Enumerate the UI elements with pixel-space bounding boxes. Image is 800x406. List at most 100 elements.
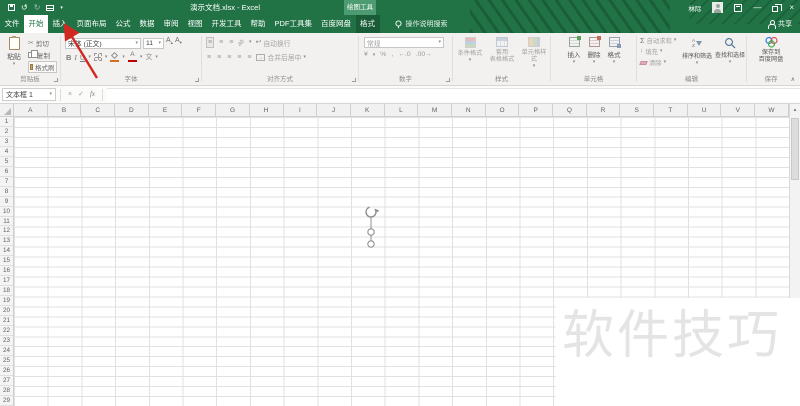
- column-header-V[interactable]: V: [721, 104, 756, 117]
- column-header-S[interactable]: S: [620, 104, 655, 117]
- row-header-14[interactable]: 14: [0, 246, 13, 257]
- shrink-font-button[interactable]: A▾: [175, 37, 182, 49]
- cancel-icon[interactable]: ×: [68, 91, 72, 98]
- column-header-A[interactable]: A: [14, 104, 48, 117]
- fill-color-button[interactable]: [110, 51, 120, 62]
- column-header-F[interactable]: F: [182, 104, 217, 117]
- close-button[interactable]: ×: [789, 3, 794, 12]
- row-header-8[interactable]: 8: [0, 187, 13, 197]
- orientation-dropdown-icon[interactable]: ▾: [249, 40, 252, 45]
- phonetic-dropdown-icon[interactable]: ▾: [155, 54, 158, 60]
- font-size-combo[interactable]: 11 ▾: [143, 37, 164, 49]
- middle-align-button[interactable]: ≡: [218, 38, 224, 47]
- number-format-combo[interactable]: 常规 ▾: [364, 37, 444, 48]
- tell-me-search[interactable]: 操作说明搜索: [394, 15, 448, 33]
- column-header-L[interactable]: L: [385, 104, 419, 117]
- fill-button[interactable]: ↓ 填充 ▾: [640, 47, 679, 56]
- font-dialog-launcher-icon[interactable]: [195, 78, 199, 82]
- redo-icon[interactable]: ↻: [34, 3, 41, 12]
- save-to-netdisk-button[interactable]: 保存到 百度网盘: [759, 36, 783, 75]
- fill-color-dropdown-icon[interactable]: ▾: [122, 54, 125, 60]
- paste-dropdown-icon[interactable]: ▾: [13, 62, 16, 67]
- row-header-29[interactable]: 29: [0, 396, 13, 406]
- paste-button[interactable]: 粘贴 ▾: [3, 36, 25, 75]
- cell-styles-button[interactable]: 单元格样式 ▾: [520, 37, 548, 75]
- increase-indent-button[interactable]: ≡: [246, 53, 252, 62]
- enter-check-icon[interactable]: ✓: [78, 91, 84, 98]
- row-header-10[interactable]: 10: [0, 207, 13, 217]
- share-button[interactable]: 共享: [767, 15, 792, 33]
- row-header-16[interactable]: 16: [0, 266, 13, 277]
- accounting-dropdown-icon[interactable]: ▾: [373, 52, 376, 58]
- collapse-ribbon-icon[interactable]: ∧: [791, 76, 795, 83]
- textbox-selection-handles[interactable]: [354, 200, 388, 256]
- decrease-decimal-icon[interactable]: .00→: [416, 51, 432, 59]
- row-header-24[interactable]: 24: [0, 346, 13, 356]
- tab-format-contextual[interactable]: 格式: [355, 15, 380, 33]
- format-cells-button[interactable]: 格式 ▾: [608, 37, 621, 75]
- user-name[interactable]: 林际: [688, 3, 701, 13]
- column-header-T[interactable]: T: [654, 104, 688, 117]
- font-color-button[interactable]: A: [127, 52, 137, 62]
- column-header-B[interactable]: B: [48, 104, 82, 117]
- formula-input[interactable]: [107, 88, 800, 101]
- orientation-icon[interactable]: ab: [237, 38, 246, 47]
- row-header-28[interactable]: 28: [0, 386, 13, 396]
- row-header-1[interactable]: 1: [0, 117, 13, 127]
- conditional-formatting-button[interactable]: 条件格式 ▾: [456, 37, 484, 75]
- row-header-4[interactable]: 4: [0, 147, 13, 157]
- tab-文件[interactable]: 文件: [0, 15, 24, 33]
- top-align-button[interactable]: ≡: [206, 37, 215, 48]
- row-header-18[interactable]: 18: [0, 286, 13, 297]
- tab-百度网盘[interactable]: 百度网盘: [317, 15, 356, 33]
- name-box[interactable]: 文本框 1 ▾: [2, 88, 56, 101]
- decrease-indent-button[interactable]: ≡: [236, 53, 242, 62]
- tab-帮助[interactable]: 帮助: [246, 15, 270, 33]
- select-all-button[interactable]: [0, 104, 14, 117]
- column-header-K[interactable]: K: [351, 104, 385, 117]
- ribbon-display-options-icon[interactable]: [734, 3, 743, 12]
- column-header-O[interactable]: O: [486, 104, 520, 117]
- tab-开始[interactable]: 开始: [24, 15, 48, 33]
- delete-cells-button[interactable]: 删除 ▾: [588, 36, 601, 75]
- row-header-19[interactable]: 19: [0, 296, 13, 307]
- column-header-C[interactable]: C: [81, 104, 116, 117]
- row-header-26[interactable]: 26: [0, 366, 13, 376]
- percent-style-icon[interactable]: %: [380, 51, 386, 59]
- row-header-11[interactable]: 11: [0, 217, 13, 227]
- tab-PDF工具集[interactable]: PDF工具集: [270, 15, 317, 33]
- column-header-D[interactable]: D: [115, 104, 149, 117]
- align-center-button[interactable]: ≡: [216, 53, 222, 62]
- tab-审阅[interactable]: 审阅: [159, 15, 183, 33]
- row-header-7[interactable]: 7: [0, 177, 13, 187]
- insert-function-icon[interactable]: fx: [90, 91, 95, 98]
- clear-button[interactable]: 清除 ▾: [639, 58, 679, 67]
- column-header-M[interactable]: M: [418, 104, 452, 117]
- accounting-format-icon[interactable]: ¥: [364, 51, 368, 59]
- row-header-13[interactable]: 13: [0, 236, 13, 247]
- row-header-21[interactable]: 21: [0, 316, 13, 327]
- find-select-button[interactable]: 查找和选择 ▾: [715, 36, 745, 75]
- scroll-up-icon[interactable]: ▲: [790, 104, 800, 116]
- row-header-27[interactable]: 27: [0, 376, 13, 386]
- merge-center-button[interactable]: ↔ 合并后居中 ▾: [256, 52, 306, 62]
- autosum-button[interactable]: Σ 自动求和 ▾: [640, 36, 679, 45]
- align-right-button[interactable]: ≡: [226, 53, 232, 62]
- format-as-table-button[interactable]: 套用 表格格式: [488, 37, 516, 75]
- restore-button[interactable]: [772, 3, 783, 12]
- row-header-9[interactable]: 9: [0, 197, 13, 207]
- column-header-P[interactable]: P: [519, 104, 553, 117]
- touch-mode-icon[interactable]: [46, 4, 55, 11]
- wrap-text-button[interactable]: ↩ 自动换行: [255, 38, 290, 48]
- comma-style-icon[interactable]: ,: [391, 51, 393, 59]
- phonetic-guide-icon[interactable]: 文: [145, 54, 152, 61]
- number-dialog-launcher-icon[interactable]: [446, 78, 450, 82]
- column-header-Q[interactable]: Q: [553, 104, 587, 117]
- minimize-button[interactable]: —: [753, 3, 761, 12]
- undo-icon[interactable]: ↺: [21, 3, 28, 12]
- column-header-I[interactable]: I: [284, 104, 318, 117]
- column-header-J[interactable]: J: [317, 104, 351, 117]
- row-header-23[interactable]: 23: [0, 336, 13, 346]
- scrollbar-thumb[interactable]: [791, 118, 799, 180]
- tab-开发工具[interactable]: 开发工具: [207, 15, 246, 33]
